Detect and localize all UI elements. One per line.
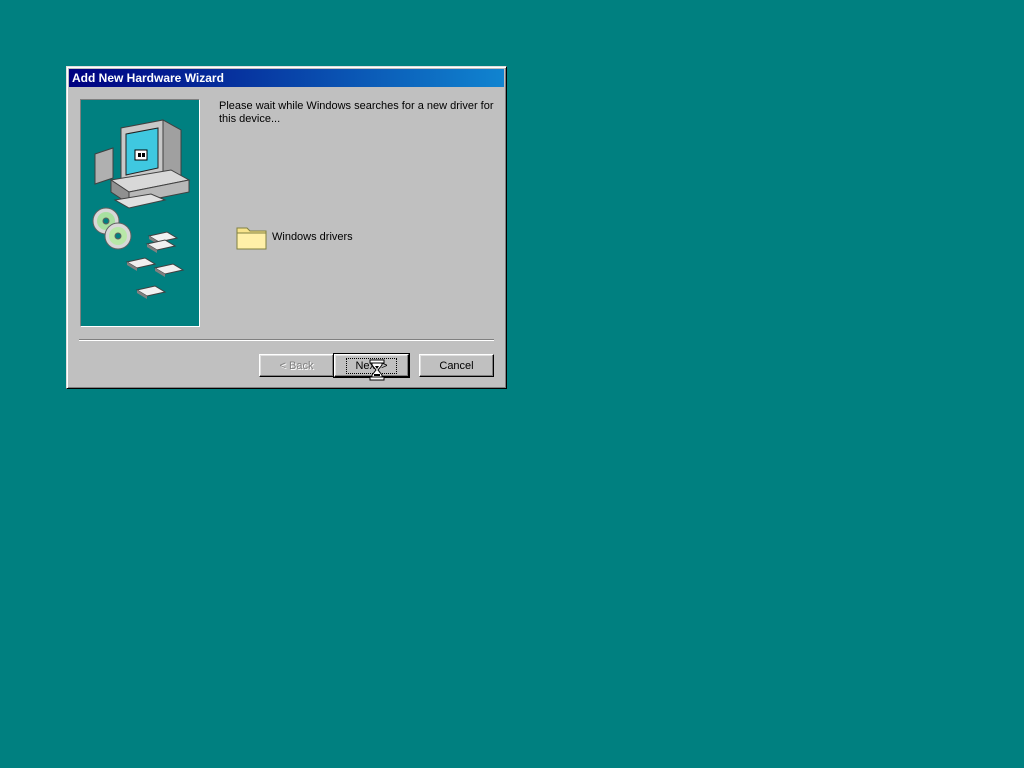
hourglass-icon <box>369 359 385 381</box>
computer-illustration-icon <box>92 119 191 299</box>
window-titlebar[interactable]: Add New Hardware Wizard <box>69 69 504 87</box>
wizard-illustration <box>80 99 200 327</box>
button-separator <box>79 339 494 341</box>
wizard-message: Please wait while Windows searches for a… <box>219 100 494 125</box>
folder-icon <box>236 227 267 250</box>
folder-label: Windows drivers <box>272 231 353 243</box>
cancel-button[interactable]: Cancel <box>419 354 494 377</box>
window-title: Add New Hardware Wizard <box>72 71 224 85</box>
driver-folder: Windows drivers <box>236 223 353 251</box>
back-button[interactable]: < Back <box>259 354 334 377</box>
wizard-window: Add New Hardware Wizard Please wait whil… <box>66 66 507 389</box>
